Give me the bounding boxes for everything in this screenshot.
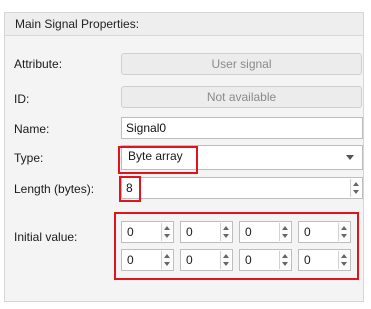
byte-input-0[interactable]: 0 xyxy=(121,221,174,243)
spin-arrows-icon[interactable] xyxy=(161,251,172,269)
spin-arrows-icon[interactable] xyxy=(279,223,290,241)
id-label: ID: xyxy=(14,92,30,106)
byte-input-6[interactable]: 0 xyxy=(239,249,292,271)
spin-arrows-icon[interactable] xyxy=(279,251,290,269)
byte-input-5[interactable]: 0 xyxy=(180,249,233,271)
id-field: Not available xyxy=(121,86,362,108)
length-highlight xyxy=(119,176,141,202)
attribute-field: User signal xyxy=(121,53,362,75)
spin-arrows-icon[interactable] xyxy=(350,179,361,197)
type-highlight xyxy=(118,146,198,174)
attribute-label: Attribute: xyxy=(14,57,63,71)
name-label: Name: xyxy=(14,122,50,136)
spin-arrows-icon[interactable] xyxy=(161,223,172,241)
name-input[interactable]: Signal0 xyxy=(121,117,363,139)
initial-value-label: Initial value: xyxy=(14,230,78,244)
length-label: Length (bytes): xyxy=(14,182,95,196)
byte-input-3[interactable]: 0 xyxy=(298,221,351,243)
chevron-down-icon[interactable] xyxy=(346,155,354,160)
length-spinbox[interactable]: 8 xyxy=(121,177,363,199)
byte-input-4[interactable]: 0 xyxy=(121,249,174,271)
spin-arrows-icon[interactable] xyxy=(338,251,349,269)
group-title: Main Signal Properties: xyxy=(5,13,363,36)
byte-input-7[interactable]: 0 xyxy=(298,249,351,271)
byte-input-1[interactable]: 0 xyxy=(180,221,233,243)
spin-arrows-icon[interactable] xyxy=(338,223,349,241)
spin-arrows-icon[interactable] xyxy=(220,251,231,269)
byte-input-2[interactable]: 0 xyxy=(239,221,292,243)
type-label: Type: xyxy=(14,151,44,165)
spin-arrows-icon[interactable] xyxy=(220,223,231,241)
